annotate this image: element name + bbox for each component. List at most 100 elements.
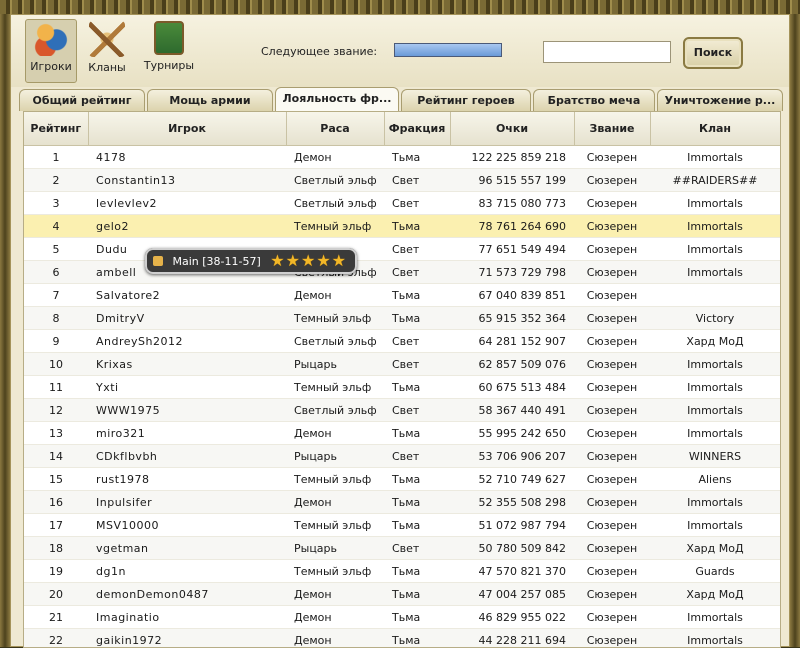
table-row[interactable]: 21ImaginatioДемонТьма46 829 955 022Сюзер… [24,606,780,629]
cell-fraction: Тьма [384,468,450,491]
table-row[interactable]: 18vgetmanРыцарьСвет50 780 509 842Сюзерен… [24,537,780,560]
players-label: Игроки [26,60,76,73]
cell-clan[interactable]: Guards [650,560,780,583]
cell-clan[interactable]: Immortals [650,261,780,284]
column-header-faction[interactable]: Фракция [384,112,450,146]
cell-player[interactable]: Constantin13 [88,169,286,192]
cell-clan[interactable]: WINNERS [650,445,780,468]
cell-title: Сюзерен [574,606,650,629]
table-row[interactable]: 15rust1978Темный эльфТьма52 710 749 627С… [24,468,780,491]
cell-clan[interactable]: Immortals [650,399,780,422]
cell-player[interactable]: Yxti [88,376,286,399]
cell-player[interactable]: Salvatore2 [88,284,286,307]
cell-player[interactable]: Inpulsifer [88,491,286,514]
column-header-title[interactable]: Звание [574,112,650,146]
cell-rank: 17 [24,514,88,537]
rating-table-container[interactable]: Рейтинг Игрок Раса Фракция Очки Звание К… [23,111,781,648]
table-row[interactable]: 4gelo2Темный эльфТьма78 761 264 690Сюзер… [24,215,780,238]
cell-clan[interactable]: Immortals [650,514,780,537]
next-rank-progress-bar [394,43,502,57]
table-row[interactable]: 9AndreySh2012Светлый эльфСвет64 281 152 … [24,330,780,353]
cell-clan[interactable]: Immortals [650,376,780,399]
search-input[interactable] [543,41,671,63]
cell-race: Светлый эльф [286,169,384,192]
cell-clan[interactable]: ##RAIDERS## [650,169,780,192]
table-row[interactable]: 12WWW1975Светлый эльфСвет58 367 440 491С… [24,399,780,422]
crossed-swords-icon [89,21,125,57]
cell-clan[interactable] [650,284,780,307]
cell-clan[interactable]: Immortals [650,606,780,629]
table-row[interactable]: 5DuduСвет77 651 549 494СюзеренImmortals [24,238,780,261]
cell-clan[interactable]: Хард МоД [650,583,780,606]
table-row[interactable]: 16InpulsiferДемонТьма52 355 508 298Сюзер… [24,491,780,514]
table-row[interactable]: 6ambellСветлый эльфСвет71 573 729 798Сюз… [24,261,780,284]
tab-sword-brotherhood[interactable]: Братство меча [533,89,655,111]
table-row[interactable]: 2Constantin13Светлый эльфСвет96 515 557 … [24,169,780,192]
cell-clan[interactable]: Immortals [650,238,780,261]
cell-fraction: Свет [384,445,450,468]
cell-player[interactable]: miro321 [88,422,286,445]
table-row[interactable]: 22gaikin1972ДемонТьма44 228 211 694Сюзер… [24,629,780,648]
cell-clan[interactable]: Хард МоД [650,330,780,353]
cell-player[interactable]: AndreySh2012 [88,330,286,353]
tab-faction-loyalty[interactable]: Лояльность фр... [275,87,399,111]
cell-player[interactable]: WWW1975 [88,399,286,422]
cell-fraction: Тьма [384,284,450,307]
clans-button[interactable]: Кланы [83,21,131,74]
cell-clan[interactable]: Aliens [650,468,780,491]
cell-player[interactable]: dg1n [88,560,286,583]
players-button[interactable]: Игроки [25,19,77,83]
cell-clan[interactable]: Immortals [650,629,780,648]
cell-rank: 1 [24,146,88,169]
cell-clan[interactable]: Immortals [650,422,780,445]
cell-title: Сюзерен [574,468,650,491]
cell-clan[interactable]: Victory [650,307,780,330]
column-header-rank[interactable]: Рейтинг [24,112,88,146]
table-row[interactable]: 14178ДемонТьма122 225 859 218СюзеренImmo… [24,146,780,169]
table-row[interactable]: 14CDkflbvbhРыцарьСвет53 706 906 207Сюзер… [24,445,780,468]
tab-army-power[interactable]: Мощь армии [147,89,273,111]
column-header-race[interactable]: Раса [286,112,384,146]
cell-fraction: Свет [384,261,450,284]
table-row[interactable]: 11YxtiТемный эльфТьма60 675 513 484Сюзер… [24,376,780,399]
cell-race: Светлый эльф [286,192,384,215]
tab-heroes-rating[interactable]: Рейтинг героев [401,89,531,111]
cell-title: Сюзерен [574,422,650,445]
tab-destruction[interactable]: Уничтожение р... [657,89,783,111]
cell-player[interactable]: levlevlev2 [88,192,286,215]
cell-player[interactable]: demonDemon0487 [88,583,286,606]
cell-player[interactable]: 4178 [88,146,286,169]
cell-title: Сюзерен [574,445,650,468]
cell-player[interactable]: gaikin1972 [88,629,286,648]
table-row[interactable]: 20demonDemon0487ДемонТьма47 004 257 085С… [24,583,780,606]
tournaments-button[interactable]: Турниры [137,21,201,72]
cell-player[interactable]: gelo2 [88,215,286,238]
table-row[interactable]: 19dg1nТемный эльфТьма47 570 821 370Сюзер… [24,560,780,583]
table-row[interactable]: 8DmitryVТемный эльфТьма65 915 352 364Сюз… [24,307,780,330]
cell-player[interactable]: MSV10000 [88,514,286,537]
column-header-player[interactable]: Игрок [88,112,286,146]
cell-player[interactable]: DmitryV [88,307,286,330]
cell-rank: 7 [24,284,88,307]
cell-clan[interactable]: Immortals [650,146,780,169]
cell-race: Темный эльф [286,560,384,583]
column-header-clan[interactable]: Клан [650,112,780,146]
search-button[interactable]: Поиск [683,37,743,69]
cell-clan[interactable]: Хард МоД [650,537,780,560]
cell-player[interactable]: Imaginatio [88,606,286,629]
cell-clan[interactable]: Immortals [650,215,780,238]
cell-clan[interactable]: Immortals [650,192,780,215]
table-row[interactable]: 10KrixasРыцарьСвет62 857 509 076СюзеренI… [24,353,780,376]
table-row[interactable]: 17MSV10000Темный эльфТьма51 072 987 794С… [24,514,780,537]
table-row[interactable]: 3levlevlev2Светлый эльфСвет83 715 080 77… [24,192,780,215]
column-header-points[interactable]: Очки [450,112,574,146]
cell-player[interactable]: CDkflbvbh [88,445,286,468]
tab-overall-rating[interactable]: Общий рейтинг [19,89,145,111]
cell-player[interactable]: vgetman [88,537,286,560]
cell-player[interactable]: Krixas [88,353,286,376]
cell-clan[interactable]: Immortals [650,353,780,376]
table-row[interactable]: 13miro321ДемонТьма55 995 242 650СюзеренI… [24,422,780,445]
cell-clan[interactable]: Immortals [650,491,780,514]
cell-player[interactable]: rust1978 [88,468,286,491]
table-row[interactable]: 7Salvatore2ДемонТьма67 040 839 851Сюзере… [24,284,780,307]
